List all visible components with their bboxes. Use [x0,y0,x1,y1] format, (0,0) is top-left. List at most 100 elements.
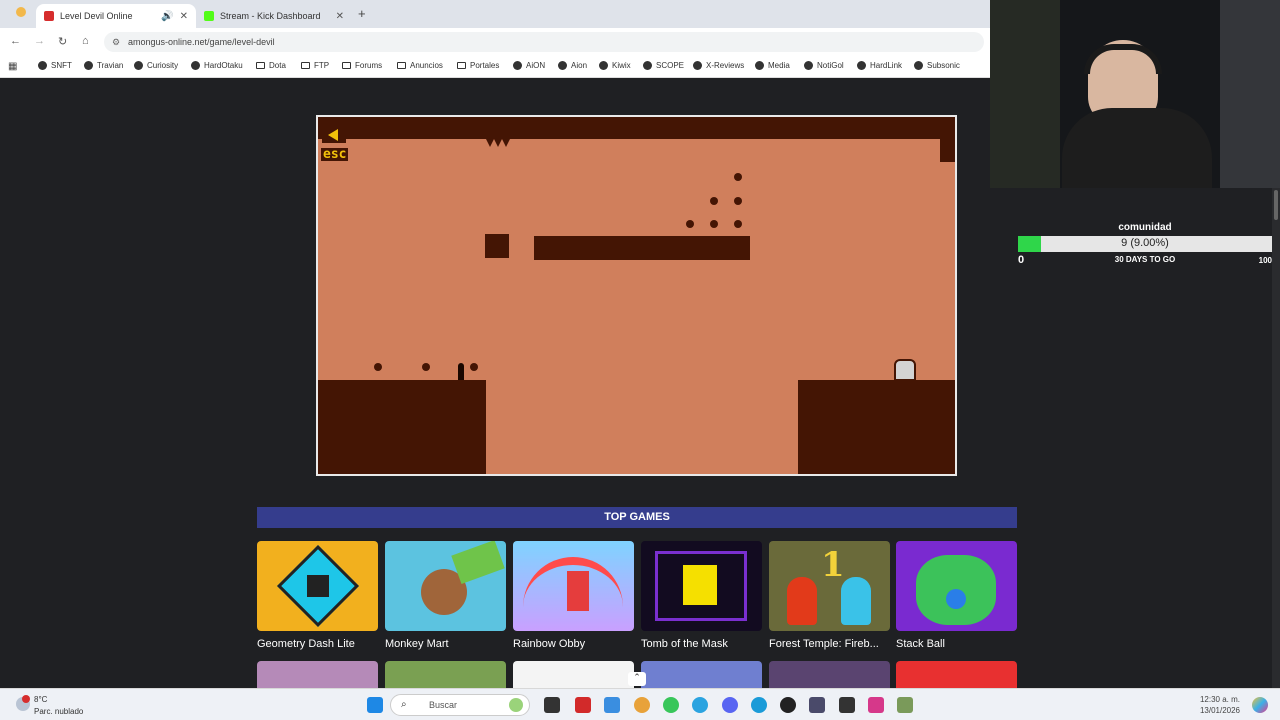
game-thumbnail-partial[interactable] [769,661,890,689]
discord-icon[interactable] [722,697,738,713]
webcam-overlay [990,0,1280,188]
game-card[interactable]: Stack Ball [896,541,1017,650]
telegram-icon[interactable] [692,697,708,713]
instagram-icon[interactable] [868,697,884,713]
game-canvas[interactable]: esc [316,115,957,476]
fireboy-watergirl-thumbnail[interactable]: 1 [769,541,890,631]
back-icon[interactable]: ← [10,35,21,47]
folder-icon [457,62,466,69]
game-card[interactable]: 1 Forest Temple: Fireb... [769,541,890,650]
file-explorer-icon[interactable] [604,697,620,713]
app-icon[interactable] [575,697,591,713]
game-thumbnail-partial[interactable] [896,661,1017,689]
bookmark-item[interactable]: Media [755,61,790,70]
bookmark-item[interactable]: Curiosity [134,61,178,70]
coin-dot [710,220,718,228]
bookmark-item[interactable]: Subsonic [914,61,960,70]
coin-dot [686,220,694,228]
bookmark-item[interactable]: NotiGol [804,61,844,70]
bookmark-item[interactable]: HardLink [857,61,902,70]
game-title[interactable]: Stack Ball [896,638,1017,650]
chrome-icon[interactable] [634,697,650,713]
globe-icon [134,61,143,70]
bookmark-item[interactable]: SCOPE [643,61,684,70]
bookmark-item[interactable]: X-Reviews [693,61,744,70]
taskbar-search[interactable]: ⌕ Buscar [390,694,530,716]
tab-close-icon[interactable]: ✕ [180,11,188,22]
app-icon[interactable] [809,697,825,713]
whatsapp-icon[interactable] [663,697,679,713]
scroll-up-icon[interactable]: ⌃ [628,672,646,686]
watergirl-icon [841,577,871,625]
game-thumbnail-partial[interactable] [641,661,762,689]
game-thumbnail-partial[interactable] [513,661,634,689]
bookmark-item[interactable]: SNFT [38,61,72,70]
url-input[interactable]: amongus-online.net/game/level-devil [104,32,984,52]
streamer-shirt [1062,108,1212,188]
game-title[interactable]: Monkey Mart [385,638,506,650]
speaker-icon[interactable]: 🔊 [161,11,173,22]
bookmark-folder[interactable]: FTP [301,61,329,70]
globe-icon [693,61,702,70]
tab-close-icon[interactable]: ✕ [336,11,344,22]
stack-ball-thumbnail[interactable] [896,541,1017,631]
tab-level-devil[interactable]: Level Devil Online 🔊 ✕ [36,4,196,28]
monkey-mart-thumbnail[interactable] [385,541,506,631]
game-title[interactable]: Forest Temple: Fireb... [769,638,890,650]
bookmark-item[interactable]: Kiwix [599,61,631,70]
capcut-icon[interactable] [839,697,855,713]
goal-progress-bar: 9 (9.00%) [1018,236,1272,252]
coin-dot [710,197,718,205]
globe-icon [755,61,764,70]
page-scrollbar[interactable] [1272,188,1280,688]
coin-dot [734,197,742,205]
ceiling-pillar [940,117,955,162]
game-card[interactable]: Geometry Dash Lite [257,541,378,650]
geometry-dash-thumbnail[interactable] [257,541,378,631]
bookmark-folder[interactable]: Anuncios [397,61,443,70]
globe-icon [599,61,608,70]
game-title[interactable]: Tomb of the Mask [641,638,762,650]
windows-start-icon[interactable] [367,697,383,713]
task-view-icon[interactable] [544,697,560,713]
tomb-of-the-mask-thumbnail[interactable] [641,541,762,631]
ball-icon [946,589,966,609]
bookmark-item[interactable]: Aion [558,61,587,70]
scrollbar-thumb[interactable] [1274,190,1278,220]
bookmark-folder[interactable]: Forums [342,61,382,70]
site-info-icon[interactable]: ⚙ [112,37,120,48]
bookmark-item[interactable]: Travian [84,61,123,70]
reload-icon[interactable]: ↻ [58,35,67,48]
coin-dot [734,220,742,228]
back-arrow-icon [328,129,338,141]
bookmarks-bar: ▦ SNFT Travian Curiosity HardOtaku Dota … [0,56,990,78]
edge-icon[interactable] [751,697,767,713]
bookmark-folder[interactable]: Portales [457,61,499,70]
headphones-icon [1084,44,1162,74]
game-title[interactable]: Geometry Dash Lite [257,638,378,650]
home-icon[interactable]: ⌂ [82,35,89,47]
rainbow-obby-thumbnail[interactable] [513,541,634,631]
bookmark-item[interactable]: HardOtaku [191,61,243,70]
game-card[interactable]: Tomb of the Mask [641,541,762,650]
game-card[interactable]: Rainbow Obby [513,541,634,650]
bookmark-folder[interactable]: Dota [256,61,286,70]
apps-grid-icon[interactable]: ▦ [8,61,17,72]
new-tab-button[interactable]: + [358,6,366,21]
mask-icon [683,565,717,605]
game-card[interactable]: Monkey Mart [385,541,506,650]
app-icon[interactable] [897,697,913,713]
game-thumbnail-partial[interactable] [385,661,506,689]
system-clock[interactable]: 12:30 a. m. 13/01/2026 [1180,694,1240,716]
forward-icon[interactable]: → [34,35,45,47]
game-title[interactable]: Rainbow Obby [513,638,634,650]
level-devil-favicon-icon [44,11,54,21]
game-thumbnail-partial[interactable] [257,661,378,689]
obs-icon[interactable] [780,697,796,713]
copilot-icon[interactable] [1252,697,1268,713]
tab-search-icon[interactable] [16,7,26,17]
bookmark-item[interactable]: AiON [513,61,545,70]
character-icon [567,571,589,611]
notification-badge [22,695,30,703]
tab-kick-dashboard[interactable]: Stream - Kick Dashboard ✕ [196,4,352,28]
